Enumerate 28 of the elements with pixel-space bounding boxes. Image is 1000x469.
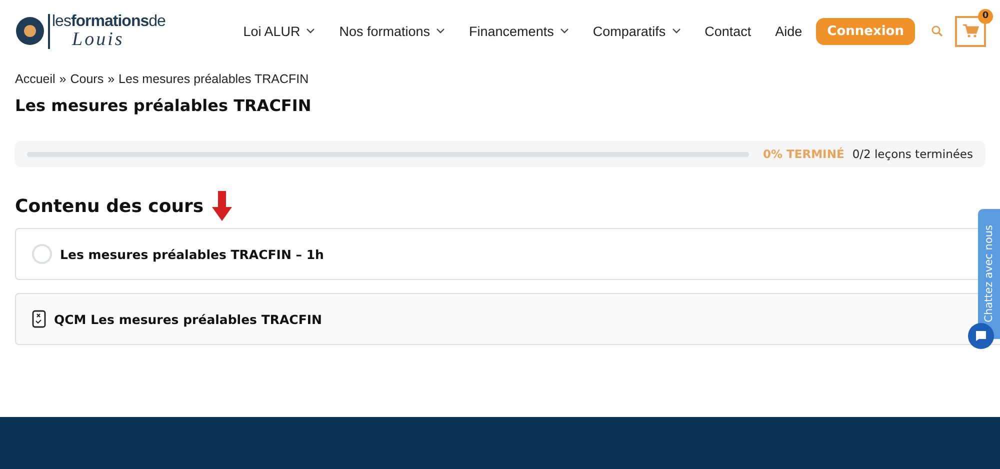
nav-link[interactable]: Comparatifs xyxy=(580,24,693,38)
nav-link[interactable]: Aide xyxy=(763,24,814,38)
nav-link[interactable]: Nos formations xyxy=(327,24,458,38)
breadcrumb-separator: » xyxy=(108,72,115,86)
progress-steps: 0/2 leçons terminées xyxy=(852,147,973,161)
breadcrumb-link[interactable]: Accueil xyxy=(15,72,56,86)
page-title: Les mesures préalables TRACFIN xyxy=(15,96,312,115)
logo-icon xyxy=(16,17,44,45)
chevron-down-icon xyxy=(306,28,316,34)
chevron-down-icon xyxy=(436,28,446,34)
lesson-title: QCM Les mesures préalables TRACFIN xyxy=(54,312,322,326)
quiz-icon xyxy=(32,310,46,328)
section-heading: Contenu des cours xyxy=(15,196,204,216)
progress-percent: 0% TERMINÉ xyxy=(763,147,844,161)
chevron-down-icon xyxy=(672,28,681,34)
logo-text[interactable]: lesformationsde Louis xyxy=(48,14,166,48)
cart-count-badge: 0 xyxy=(978,8,993,24)
cart-icon xyxy=(962,24,978,38)
nav-link[interactable]: Contact xyxy=(692,24,764,38)
search-icon[interactable] xyxy=(931,25,943,37)
arrow-down-icon xyxy=(212,191,232,221)
nav-link[interactable]: Loi ALUR xyxy=(231,24,328,38)
chevron-down-icon xyxy=(560,28,569,34)
lesson-title: Les mesures préalables TRACFIN – 1h xyxy=(60,246,324,262)
nav-link[interactable]: Financements xyxy=(457,24,581,38)
chat-bubble-icon xyxy=(975,330,987,342)
breadcrumb-link[interactable]: Cours xyxy=(70,72,104,86)
breadcrumb-separator: » xyxy=(59,72,66,86)
